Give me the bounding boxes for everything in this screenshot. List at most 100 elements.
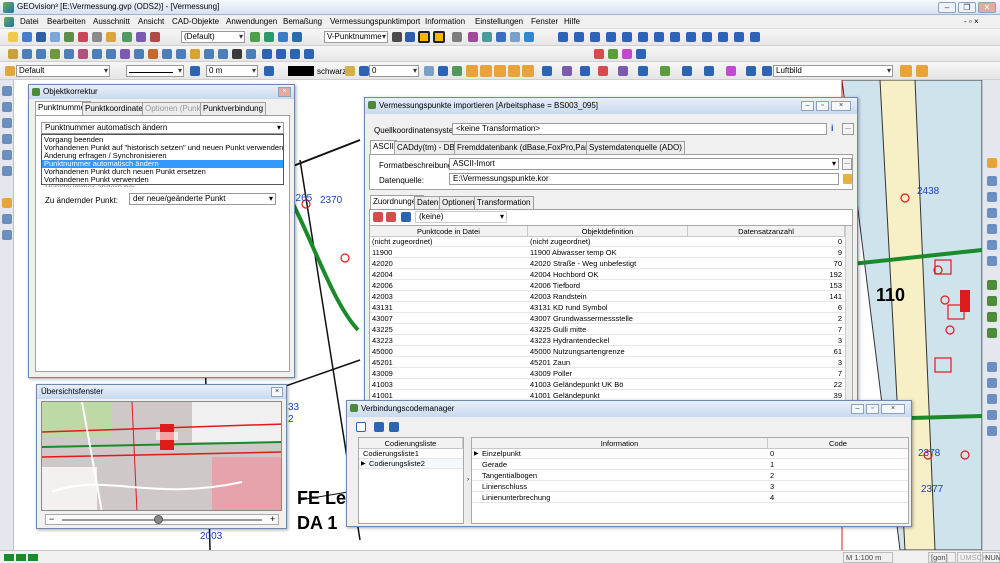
- tab-punktkoordinaten[interactable]: Punktkoordinaten: [82, 102, 151, 115]
- table-row[interactable]: 43007 43007 Grundwassermessstelle 2: [370, 314, 845, 324]
- color-swatch[interactable]: [288, 66, 314, 76]
- draw-u-icon[interactable]: [304, 49, 314, 59]
- left-tool-c-icon[interactable]: [2, 118, 12, 128]
- draw-t-icon[interactable]: [290, 49, 300, 59]
- right-tool-b-icon[interactable]: [987, 296, 997, 306]
- grid2-icon[interactable]: [496, 32, 506, 42]
- obj-g-icon[interactable]: [704, 66, 714, 76]
- cad-b-icon[interactable]: [574, 32, 584, 42]
- left-tool-a-icon[interactable]: [2, 86, 12, 96]
- menu-cad-objekte[interactable]: CAD-Objekte: [172, 17, 219, 26]
- right-tool-f-icon[interactable]: [987, 378, 997, 388]
- table-row[interactable]: 42004 42004 Hochbord OK 192: [370, 270, 845, 280]
- linewidth-icon[interactable]: [190, 66, 200, 76]
- menu-bemassung[interactable]: Bemaßung: [283, 17, 322, 26]
- folder-icon[interactable]: [843, 174, 852, 184]
- minimize-button[interactable]: –: [851, 404, 864, 414]
- tool-icon[interactable]: [150, 32, 160, 42]
- pencil-icon[interactable]: [392, 32, 402, 42]
- copy-icon[interactable]: [92, 32, 102, 42]
- format-select[interactable]: ASCII-Imort: [449, 158, 839, 170]
- draw-n-icon[interactable]: [190, 49, 200, 59]
- obj-d-icon[interactable]: [638, 66, 648, 76]
- draw-p-icon[interactable]: [218, 49, 228, 59]
- paste-icon[interactable]: [106, 32, 116, 42]
- restore-button[interactable]: ▫: [816, 101, 829, 111]
- table-row[interactable]: 45000 45000 Nutzungsartengrenze 61: [370, 347, 845, 357]
- rotate-icon[interactable]: [452, 66, 462, 76]
- minimize-button[interactable]: –: [801, 101, 814, 111]
- table-row[interactable]: 43223 43223 Hydrantendeckel 3: [370, 336, 845, 346]
- refresh-icon[interactable]: [987, 240, 997, 250]
- draw-f-icon[interactable]: [78, 49, 88, 59]
- menu-anwendungen[interactable]: Anwendungen: [226, 17, 277, 26]
- right-tool-g-icon[interactable]: [987, 394, 997, 404]
- text-size-icon[interactable]: [438, 66, 448, 76]
- layer-list-icon[interactable]: [292, 32, 302, 42]
- mark-a-icon[interactable]: [594, 49, 604, 59]
- grid-icon[interactable]: [452, 32, 462, 42]
- obj-i-icon[interactable]: [746, 66, 756, 76]
- fill-b-icon[interactable]: [480, 65, 492, 77]
- right-tool-c-icon[interactable]: [987, 312, 997, 322]
- tab-punktverbindung[interactable]: Punktverbindung: [200, 102, 267, 115]
- zoom-slider[interactable]: − +: [45, 514, 279, 525]
- source-crs-field[interactable]: <keine Transformation>: [452, 123, 827, 135]
- chart-icon[interactable]: [136, 32, 146, 42]
- style-combo[interactable]: Default: [16, 65, 110, 77]
- right-tool-h-icon[interactable]: [987, 410, 997, 420]
- point-select[interactable]: der neue/geänderte Punkt: [129, 193, 276, 205]
- table-row[interactable]: Linienunterbrechung 4: [472, 493, 908, 503]
- table-row[interactable]: 41003 41003 Geländepunkt UK Bö 22: [370, 380, 845, 390]
- zoom-all-icon[interactable]: [987, 208, 997, 218]
- table-row[interactable]: Tangentialbogen 2: [472, 471, 908, 481]
- layer-add-icon[interactable]: [264, 32, 274, 42]
- draw-d-icon[interactable]: [50, 49, 60, 59]
- cad-d-icon[interactable]: [606, 32, 616, 42]
- tab-systemdatenquelle[interactable]: Systemdatenquelle (ADO): [586, 141, 685, 154]
- draw-k-icon[interactable]: [148, 49, 158, 59]
- left-tool-f-icon[interactable]: [2, 166, 12, 176]
- left-tool-d-icon[interactable]: [2, 134, 12, 144]
- obj-j-icon[interactable]: [762, 66, 772, 76]
- measure-icon[interactable]: [468, 32, 478, 42]
- menu-bearbeiten[interactable]: Bearbeiten: [47, 17, 86, 26]
- menu-ansicht[interactable]: Ansicht: [138, 17, 164, 26]
- table-row[interactable]: 43009 43009 Poller 7: [370, 369, 845, 379]
- menu-einstellungen[interactable]: Einstellungen: [475, 17, 523, 26]
- zoom-window-icon[interactable]: [987, 158, 997, 168]
- draw-g-icon[interactable]: [92, 49, 102, 59]
- draw-o-icon[interactable]: [204, 49, 214, 59]
- info-icon[interactable]: i: [831, 123, 841, 135]
- draw-h-icon[interactable]: [106, 49, 116, 59]
- table-row[interactable]: Codierungsliste1: [359, 449, 463, 459]
- table-row[interactable]: 45201 45201 Zaun 3: [370, 358, 845, 368]
- import-list-icon[interactable]: [374, 422, 384, 432]
- left-tool-i-icon[interactable]: [2, 230, 12, 240]
- mark-d-icon[interactable]: [636, 49, 646, 59]
- line-icon[interactable]: [405, 32, 415, 42]
- close-button[interactable]: ×: [278, 87, 291, 97]
- delete-icon[interactable]: [78, 32, 88, 42]
- select-icon[interactable]: [433, 31, 445, 43]
- tab-ascii[interactable]: ASCII: [370, 140, 397, 154]
- overview-map[interactable]: [41, 401, 282, 511]
- table-row[interactable]: 43225 43225 Gulli mitte 7: [370, 325, 845, 335]
- obj-e-icon[interactable]: [660, 66, 670, 76]
- obj-f-icon[interactable]: [682, 66, 692, 76]
- new-list-icon[interactable]: [356, 422, 366, 432]
- save-icon[interactable]: [36, 32, 46, 42]
- draw-e-icon[interactable]: [64, 49, 74, 59]
- cad-j-icon[interactable]: [702, 32, 712, 42]
- obj-a-icon[interactable]: [580, 66, 590, 76]
- list-option-selected[interactable]: Punktnummer automatisch ändern: [42, 160, 283, 168]
- cad-i-icon[interactable]: [686, 32, 696, 42]
- tab-daten[interactable]: Daten: [414, 196, 442, 209]
- left-tool-e-icon[interactable]: [2, 150, 12, 160]
- tab-caddy[interactable]: CADdy(tm) - DBK: [394, 141, 464, 154]
- draw-i-icon[interactable]: [120, 49, 130, 59]
- table-row[interactable]: ▶ Einzelpunkt 0: [472, 449, 908, 459]
- cad-m-icon[interactable]: [750, 32, 760, 42]
- bg-a-icon[interactable]: [900, 65, 912, 77]
- mdi-controls[interactable]: - ▫ ×: [964, 17, 979, 26]
